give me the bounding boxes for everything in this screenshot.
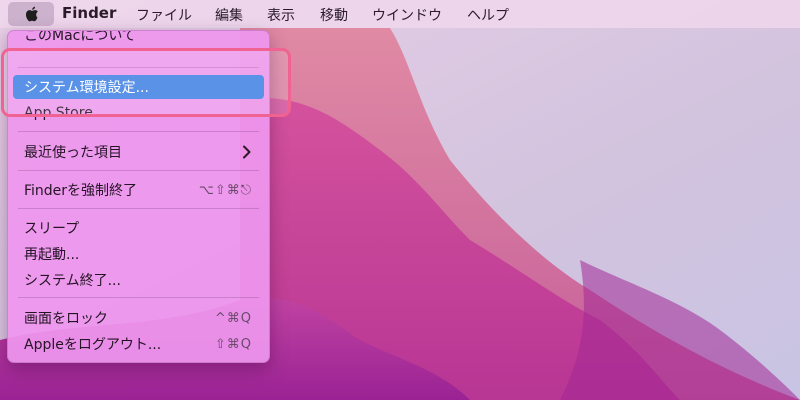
menubar-item-view[interactable]: 表示 — [267, 5, 295, 25]
menu-item-label: App Store — [24, 105, 93, 121]
menu-item-label: Finderを強制終了 — [24, 183, 138, 199]
menu-item-sleep[interactable]: スリープ — [13, 216, 264, 240]
apple-menu-button[interactable] — [8, 2, 54, 26]
menu-item-label: 最近使った項目 — [24, 145, 122, 161]
menubar-item-help[interactable]: ヘルプ — [467, 5, 509, 25]
menu-item-shut-down[interactable]: システム終了... — [13, 268, 264, 292]
menu-separator — [18, 297, 259, 298]
menu-separator — [18, 208, 259, 209]
menu-item-shortcut: ⌥⇧⌘⎋ — [198, 182, 252, 198]
menubar-item-window[interactable]: ウインドウ — [372, 5, 442, 25]
menu-separator — [18, 67, 259, 68]
menu-separator — [18, 131, 259, 132]
menu-item-lock-screen[interactable]: 画面をロック ^⌘Q — [13, 306, 264, 330]
menu-item-label: システム終了... — [24, 273, 121, 289]
menubar-item-go[interactable]: 移動 — [320, 5, 348, 25]
menu-item-label: システム環境設定... — [24, 80, 149, 96]
menu-item-system-preferences[interactable]: システム環境設定... — [13, 75, 264, 99]
menu-item-log-out[interactable]: Appleをログアウト... ⇧⌘Q — [13, 332, 264, 356]
menu-item-label: スリープ — [24, 221, 80, 237]
menu-item-shortcut: ^⌘Q — [214, 310, 252, 326]
menu-bar: Finder ファイル 編集 表示 移動 ウインドウ ヘルプ — [0, 0, 800, 28]
apple-menu-dropdown: このMacについて システム環境設定... App Store 最近使った項目 … — [7, 30, 270, 363]
menubar-app-finder[interactable]: Finder — [62, 4, 116, 22]
menu-item-about-this-mac[interactable]: このMacについて — [13, 31, 264, 45]
menu-item-force-quit-finder[interactable]: Finderを強制終了 ⌥⇧⌘⎋ — [13, 178, 264, 202]
menu-item-label: このMacについて — [24, 31, 136, 44]
menu-item-label: 画面をロック — [24, 311, 108, 327]
apple-logo-icon — [25, 6, 38, 22]
menubar-item-edit[interactable]: 編集 — [215, 5, 243, 25]
menu-item-app-store[interactable]: App Store — [13, 101, 264, 125]
menu-item-restart[interactable]: 再起動... — [13, 242, 264, 266]
menu-separator — [18, 170, 259, 171]
menu-item-shortcut: ⇧⌘Q — [214, 336, 252, 352]
menu-item-recent-items[interactable]: 最近使った項目 — [13, 140, 264, 164]
menubar-item-file[interactable]: ファイル — [136, 5, 192, 25]
menu-item-label: 再起動... — [24, 247, 80, 263]
chevron-right-icon — [243, 145, 251, 159]
menu-item-label: Appleをログアウト... — [24, 337, 162, 353]
